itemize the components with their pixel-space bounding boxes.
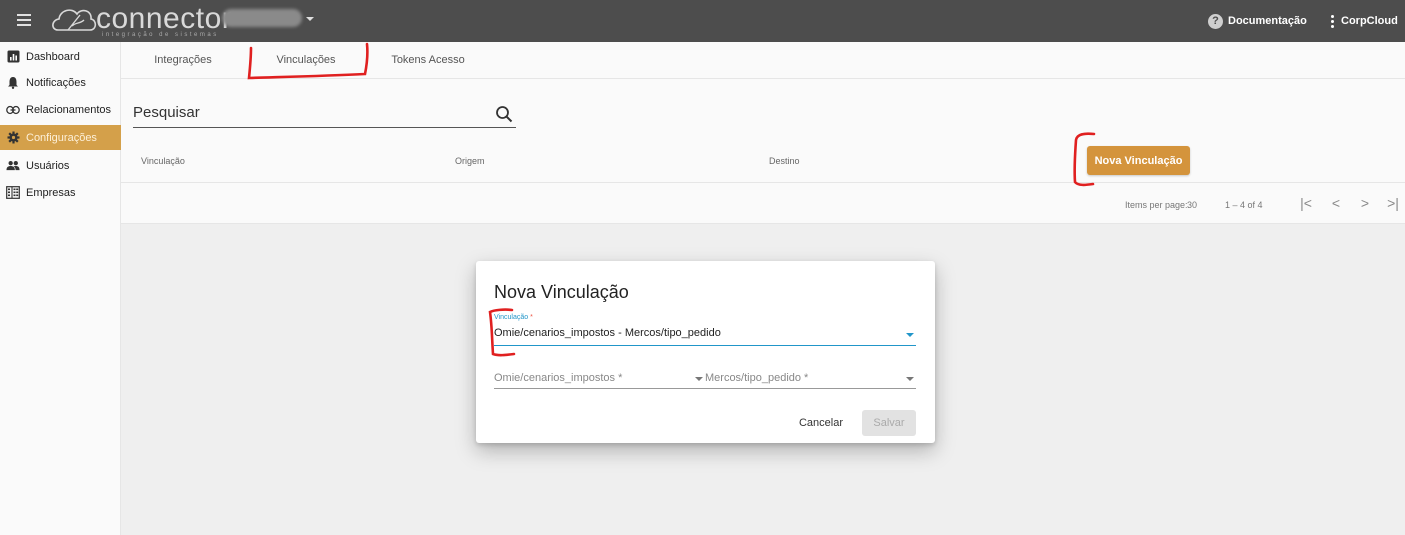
dashboard-icon bbox=[6, 50, 20, 64]
chevron-down-icon bbox=[906, 333, 914, 337]
page-range: 1 – 4 of 4 bbox=[1225, 200, 1263, 210]
origem-select[interactable]: Omie/cenarios_impostos * bbox=[494, 366, 704, 388]
logo-subtitle: integração de sistemas bbox=[102, 32, 219, 38]
sidebar-item-label: Configurações bbox=[26, 131, 97, 144]
chevron-down-icon bbox=[306, 17, 314, 21]
tab-tokens-acesso[interactable]: Tokens Acesso bbox=[383, 42, 473, 78]
connector-logo[interactable]: connector integração de sistemas bbox=[50, 2, 233, 40]
more-vert-icon bbox=[1330, 14, 1334, 28]
sidebar-item-configuracoes[interactable]: Configurações bbox=[0, 125, 121, 150]
sidebar-item-empresas[interactable]: Empresas bbox=[0, 180, 121, 205]
column-header-origem[interactable]: Origem bbox=[455, 156, 485, 166]
search-input[interactable]: Pesquisar bbox=[133, 100, 516, 128]
vinculacao-label: Vinculação * bbox=[494, 314, 533, 321]
hamburger-menu-icon[interactable] bbox=[14, 9, 36, 31]
last-page-icon[interactable]: >| bbox=[1385, 195, 1401, 211]
sidebar-item-label: Notificações bbox=[26, 76, 86, 89]
blurred-account-name bbox=[222, 9, 302, 27]
paginator: Items per page: 30 1 – 4 of 4 |< < > >| bbox=[121, 184, 1405, 224]
tab-integracoes[interactable]: Integrações bbox=[138, 42, 228, 78]
help-icon: ? bbox=[1208, 13, 1223, 29]
items-per-page-label: Items per page: bbox=[1125, 200, 1188, 210]
sidebar: Dashboard Notificações Relacionamentos C… bbox=[0, 42, 121, 535]
link-icon bbox=[6, 103, 20, 117]
items-per-page-select[interactable]: 30 bbox=[1187, 200, 1197, 210]
sidebar-item-dashboard[interactable]: Dashboard bbox=[0, 44, 121, 69]
tab-label: Integrações bbox=[154, 54, 212, 66]
tab-label: Vinculações bbox=[276, 54, 336, 66]
sidebar-item-label: Relacionamentos bbox=[26, 103, 111, 116]
vinculacao-select[interactable]: Vinculação * Omie/cenarios_impostos - Me… bbox=[494, 314, 916, 346]
next-page-icon[interactable]: > bbox=[1357, 195, 1373, 211]
first-page-icon[interactable]: |< bbox=[1298, 195, 1314, 211]
account-selector[interactable] bbox=[222, 7, 318, 33]
destino-placeholder: Mercos/tipo_pedido * bbox=[705, 372, 809, 384]
sidebar-item-label: Empresas bbox=[26, 186, 76, 199]
origem-placeholder: Omie/cenarios_impostos * bbox=[494, 372, 623, 384]
chevron-down-icon bbox=[906, 377, 914, 381]
sidebar-item-label: Usuários bbox=[26, 159, 70, 172]
user-name: CorpCloud bbox=[1341, 15, 1398, 27]
previous-page-icon[interactable]: < bbox=[1328, 195, 1344, 211]
dialog-title: Nova Vinculação bbox=[494, 282, 629, 302]
column-header-vinculacao[interactable]: Vinculação bbox=[141, 156, 185, 166]
save-button[interactable]: Salvar bbox=[862, 410, 916, 436]
gear-icon bbox=[6, 131, 20, 145]
chevron-down-icon bbox=[695, 377, 703, 381]
search-placeholder: Pesquisar bbox=[133, 104, 200, 121]
destino-select[interactable]: Mercos/tipo_pedido * bbox=[705, 366, 916, 388]
vinculacao-value: Omie/cenarios_impostos - Mercos/tipo_ped… bbox=[494, 327, 721, 339]
column-header-destino[interactable]: Destino bbox=[769, 156, 800, 166]
tab-vinculacoes[interactable]: Vinculações bbox=[261, 42, 351, 78]
table-header: Vinculação Origem Destino bbox=[121, 141, 1405, 183]
sidebar-item-notificacoes[interactable]: Notificações bbox=[0, 70, 121, 95]
sidebar-item-relacionamentos[interactable]: Relacionamentos bbox=[0, 97, 121, 122]
search-icon[interactable] bbox=[495, 105, 513, 123]
tab-label: Tokens Acesso bbox=[391, 54, 465, 66]
sidebar-item-usuarios[interactable]: Usuários bbox=[0, 153, 121, 178]
building-icon bbox=[6, 186, 20, 200]
documentation-label: Documentação bbox=[1228, 15, 1307, 27]
bell-icon bbox=[6, 76, 20, 90]
documentation-link[interactable]: ? Documentação bbox=[1208, 12, 1307, 30]
tab-bar: Integrações Vinculações Tokens Acesso bbox=[121, 42, 1405, 79]
cancel-button[interactable]: Cancelar bbox=[794, 410, 848, 436]
top-bar: connector integração de sistemas ? Docum… bbox=[0, 0, 1405, 42]
users-icon bbox=[6, 159, 20, 173]
logo-text: connector bbox=[96, 2, 233, 35]
user-menu[interactable]: CorpCloud bbox=[1330, 12, 1398, 30]
nova-vinculacao-dialog: Nova Vinculação Vinculação * Omie/cenari… bbox=[476, 261, 935, 443]
cloud-logo-icon bbox=[52, 9, 97, 31]
nova-vinculacao-button[interactable]: Nova Vinculação bbox=[1087, 146, 1190, 175]
sidebar-item-label: Dashboard bbox=[26, 50, 80, 63]
origem-destino-selects: Omie/cenarios_impostos * Mercos/tipo_ped… bbox=[494, 366, 916, 389]
